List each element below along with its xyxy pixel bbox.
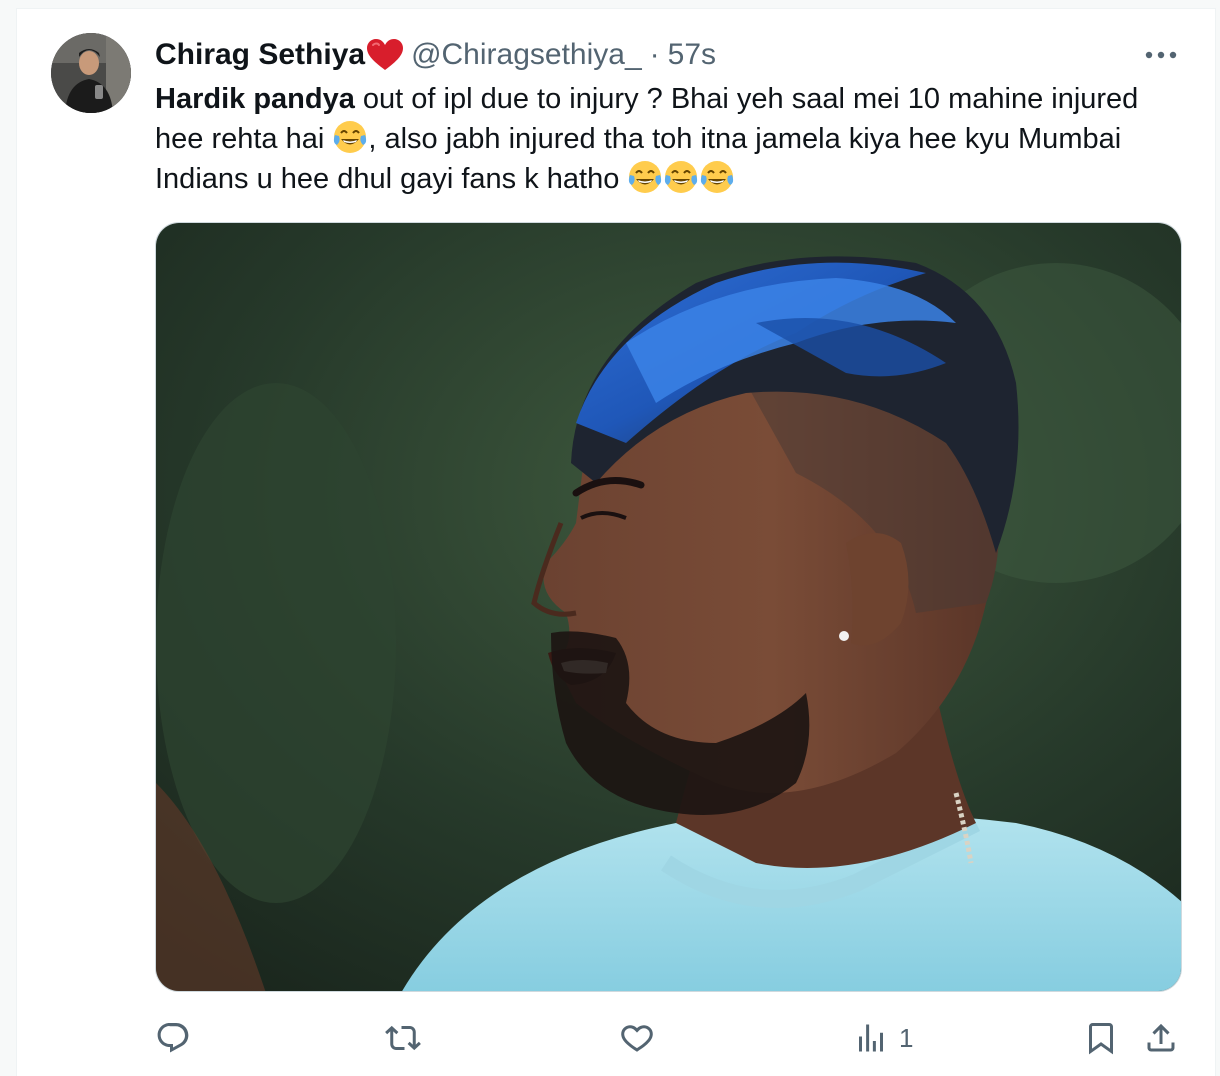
reply-button[interactable] [155, 1013, 201, 1063]
red-heart-emoji-icon [367, 39, 404, 71]
bookmark-button[interactable] [1083, 1013, 1119, 1063]
reply-icon [157, 1023, 189, 1053]
views-count: 1 [899, 1022, 914, 1053]
analytics-icon [859, 1024, 883, 1052]
views-button[interactable]: 1 [853, 1013, 913, 1063]
tweet-text-bold: Hardik pandya [155, 83, 355, 115]
tears-of-joy-emoji-icon [332, 119, 368, 155]
like-button[interactable] [619, 1013, 665, 1063]
display-name[interactable]: Chirag Sethiya [155, 35, 365, 75]
timestamp[interactable]: 57s [668, 35, 716, 75]
avatar-image [51, 33, 131, 113]
tweet-photo[interactable] [155, 222, 1182, 992]
tears-of-joy-emoji-icon [699, 159, 735, 195]
retweet-icon [385, 1025, 421, 1051]
page: Chirag Sethiya @Chiragsethiya_ · 57s Har… [0, 0, 1220, 1076]
tears-of-joy-emoji-icon [663, 159, 699, 195]
header-separator: · [649, 38, 660, 71]
tears-of-joy-emoji-icon [627, 159, 663, 195]
photo-portrait-image [156, 223, 1181, 991]
heart-icon [621, 1025, 653, 1052]
user-handle[interactable]: @Chiragsethiya_ [411, 35, 642, 75]
retweet-button[interactable] [385, 1013, 431, 1063]
bookmark-icon [1089, 1023, 1113, 1055]
share-icon [1147, 1023, 1175, 1052]
tweet-text: Hardik pandya out of ipl due to injury ?… [155, 79, 1185, 199]
tweet-actions-bar: 1 [155, 1013, 1185, 1063]
tweet-header: Chirag Sethiya @Chiragsethiya_ · 57s [155, 35, 716, 75]
more-options-icon[interactable] [1143, 43, 1179, 67]
avatar[interactable] [51, 33, 131, 113]
tweet-card[interactable]: Chirag Sethiya @Chiragsethiya_ · 57s Har… [16, 8, 1216, 1076]
share-button[interactable] [1143, 1013, 1179, 1063]
